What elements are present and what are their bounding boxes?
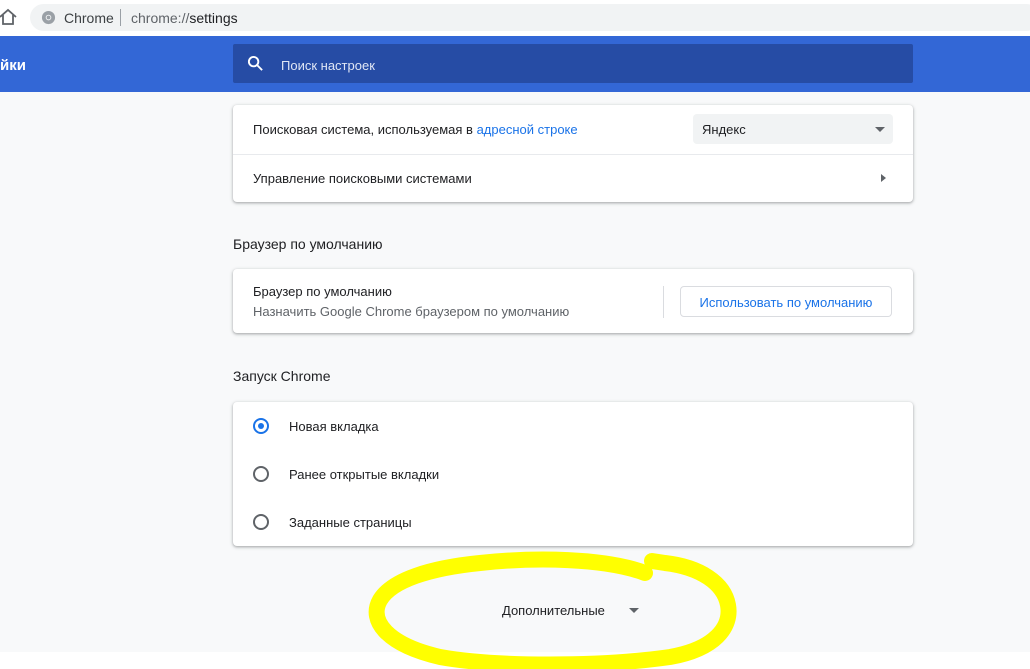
startup-option-new-tab[interactable]: Новая вкладка xyxy=(233,402,913,450)
page-title: йки xyxy=(0,57,26,74)
default-browser-card: Браузер по умолчанию Назначить Google Ch… xyxy=(233,269,913,333)
settings-search-box[interactable] xyxy=(233,44,913,83)
chevron-down-icon[interactable] xyxy=(629,608,639,613)
site-info-icon[interactable] xyxy=(41,10,56,25)
radio-button[interactable] xyxy=(253,514,269,530)
advanced-settings-toggle[interactable]: Дополнительные xyxy=(502,603,605,618)
on-startup-section-title: Запуск Chrome xyxy=(233,368,331,384)
bottom-strip xyxy=(0,652,1030,669)
chevron-right-icon xyxy=(881,174,886,182)
search-engine-label: Поисковая система, используемая в адресн… xyxy=(253,122,578,137)
default-browser-subtitle: Назначить Google Chrome браузером по умо… xyxy=(253,304,570,319)
startup-option-continue[interactable]: Ранее открытые вкладки xyxy=(233,450,913,498)
startup-option-label: Ранее открытые вкладки xyxy=(289,467,440,482)
default-browser-title: Браузер по умолчанию xyxy=(253,284,392,299)
radio-button[interactable] xyxy=(253,466,269,482)
omnibox-site-name: Chrome xyxy=(64,10,114,26)
omnibox-url[interactable]: chrome://settings xyxy=(131,10,238,26)
on-startup-card: Новая вкладка Ранее открытые вкладки Зад… xyxy=(233,402,913,546)
omnibox[interactable]: Chrome chrome://settings xyxy=(30,4,1030,31)
search-engine-card: Поисковая система, используемая в адресн… xyxy=(233,105,913,202)
omnibox-url-path: settings xyxy=(189,10,238,26)
omnibox-url-scheme: chrome:// xyxy=(131,10,190,26)
vertical-divider xyxy=(663,286,664,318)
startup-option-specific-pages[interactable]: Заданные страницы xyxy=(233,498,913,546)
search-engine-select[interactable]: Яндекс xyxy=(693,114,893,144)
address-bar-link[interactable]: адресной строке xyxy=(477,122,578,137)
radio-button-checked[interactable] xyxy=(253,418,269,434)
default-browser-section-title: Браузер по умолчанию xyxy=(233,236,383,252)
search-engine-row: Поисковая система, используемая в адресн… xyxy=(233,105,913,154)
browser-toolbar: Chrome chrome://settings xyxy=(0,0,1030,36)
search-input[interactable] xyxy=(279,54,883,76)
startup-option-label: Заданные страницы xyxy=(289,515,412,530)
settings-content: Поисковая система, используемая в адресн… xyxy=(0,92,1030,652)
manage-search-engines-label: Управление поисковыми системами xyxy=(253,171,472,186)
search-engine-select-value: Яндекс xyxy=(702,122,746,137)
make-default-button[interactable]: Использовать по умолчанию xyxy=(680,286,892,317)
omnibox-separator xyxy=(120,9,121,26)
settings-header: йки xyxy=(0,36,1030,92)
startup-option-label: Новая вкладка xyxy=(289,419,379,434)
dropdown-arrow-icon xyxy=(875,127,885,132)
search-engine-label-text: Поисковая система, используемая в xyxy=(253,122,477,137)
search-icon xyxy=(247,55,263,71)
home-icon[interactable] xyxy=(0,7,18,27)
manage-search-engines-row[interactable]: Управление поисковыми системами xyxy=(233,154,913,202)
